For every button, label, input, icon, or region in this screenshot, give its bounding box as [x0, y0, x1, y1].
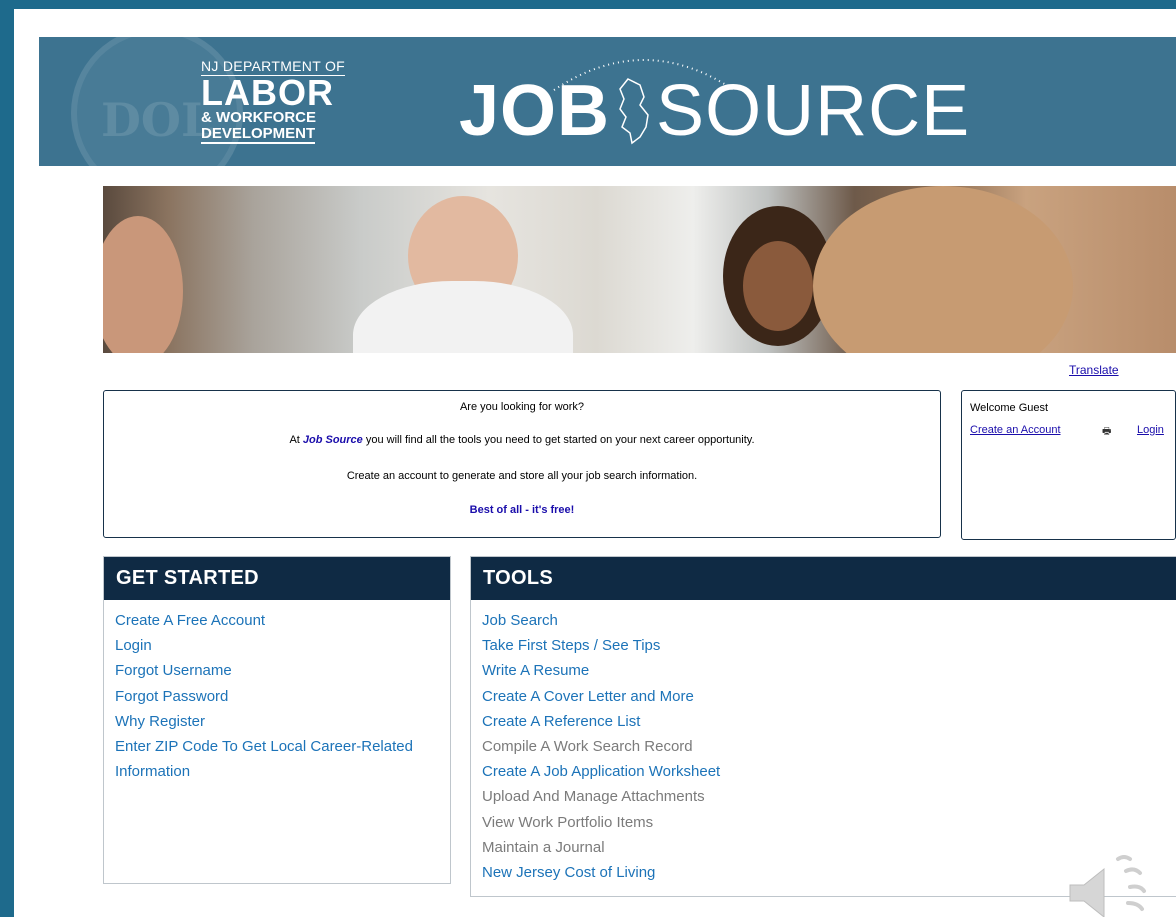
get-started-title: GET STARTED — [104, 557, 450, 600]
tools-item-application-worksheet[interactable]: Create A Job Application Worksheet — [482, 759, 1176, 784]
logo-source: SOURCE — [656, 71, 971, 151]
get-started-item-forgot-password[interactable]: Forgot Password — [115, 684, 450, 709]
intro-box: Are you looking for work? At Job Source … — [103, 390, 941, 538]
tools-item-attachments: Upload And Manage Attachments — [482, 788, 705, 806]
printer-icon[interactable]: 🖶 — [1102, 424, 1111, 441]
welcome-greeting: Welcome Guest — [970, 402, 1049, 414]
page: DOL NJ DEPARTMENT OF LABOR & WORKFORCE D… — [14, 9, 1176, 917]
hero-photo — [103, 186, 1176, 353]
intro-brand: Job Source — [302, 434, 363, 446]
tools-item-reference-list[interactable]: Create A Reference List — [482, 709, 1176, 734]
seal-text: DOL — [101, 93, 214, 147]
get-started-item-zip-code-cont[interactable]: Information — [115, 759, 450, 784]
intro-question: Are you looking for work? — [459, 401, 585, 413]
create-account-link[interactable]: Create an Account — [970, 424, 1061, 436]
tools-item-first-steps[interactable]: Take First Steps / See Tips — [482, 633, 1176, 658]
person-center-right — [743, 241, 813, 331]
dept-line2: LABOR — [201, 72, 334, 113]
get-started-item-forgot-username[interactable]: Forgot Username — [115, 658, 450, 683]
header-banner: DOL NJ DEPARTMENT OF LABOR & WORKFORCE D… — [39, 37, 1176, 166]
get-started-item-login[interactable]: Login — [115, 633, 450, 658]
tools-item-write-resume[interactable]: Write A Resume — [482, 658, 1176, 683]
dept-line4: DEVELOPMENT — [201, 125, 316, 144]
translate-link[interactable]: Translate — [1069, 363, 1119, 377]
intro-line2-suffix: you will find all the tools you need to … — [362, 434, 755, 446]
new-jersey-map-icon — [619, 78, 649, 145]
job-source-logo[interactable]: JOB SOURCE — [459, 75, 970, 147]
tools-item-job-search[interactable]: Job Search — [482, 608, 1176, 633]
tools-item-cover-letter[interactable]: Create A Cover Letter and More — [482, 684, 1176, 709]
get-started-list: Create A Free Account Login Forgot Usern… — [104, 600, 450, 784]
dept-logo[interactable]: NJ DEPARTMENT OF LABOR & WORKFORCE DEVEL… — [201, 58, 346, 144]
person-left — [103, 216, 183, 353]
tools-item-work-search-record: Compile A Work Search Record — [482, 738, 693, 756]
intro-line2: At Job Source you will find all the tool… — [104, 434, 940, 446]
get-started-item-why-register[interactable]: Why Register — [115, 709, 450, 734]
get-started-item-zip-code[interactable]: Enter ZIP Code To Get Local Career-Relat… — [115, 734, 450, 759]
intro-line2-prefix: At — [289, 434, 303, 446]
get-started-panel: GET STARTED Create A Free Account Login … — [103, 556, 451, 884]
tools-item-portfolio: View Work Portfolio Items — [482, 813, 654, 831]
login-link[interactable]: Login — [1137, 424, 1164, 436]
get-started-item-create-account[interactable]: Create A Free Account — [115, 608, 450, 633]
person-center-shirt — [353, 281, 573, 353]
welcome-box: Welcome Guest Create an Account 🖶 Login — [961, 390, 1176, 540]
person-right — [813, 186, 1073, 353]
speaker-icon[interactable] — [1056, 845, 1156, 917]
tools-title: TOOLS — [471, 557, 1176, 600]
logo-job: JOB — [459, 71, 611, 151]
intro-free: Best of all - it's free! — [469, 504, 575, 516]
tools-list: Job Search Take First Steps / See Tips W… — [471, 600, 1176, 885]
intro-line3: Create an account to generate and store … — [346, 470, 698, 482]
